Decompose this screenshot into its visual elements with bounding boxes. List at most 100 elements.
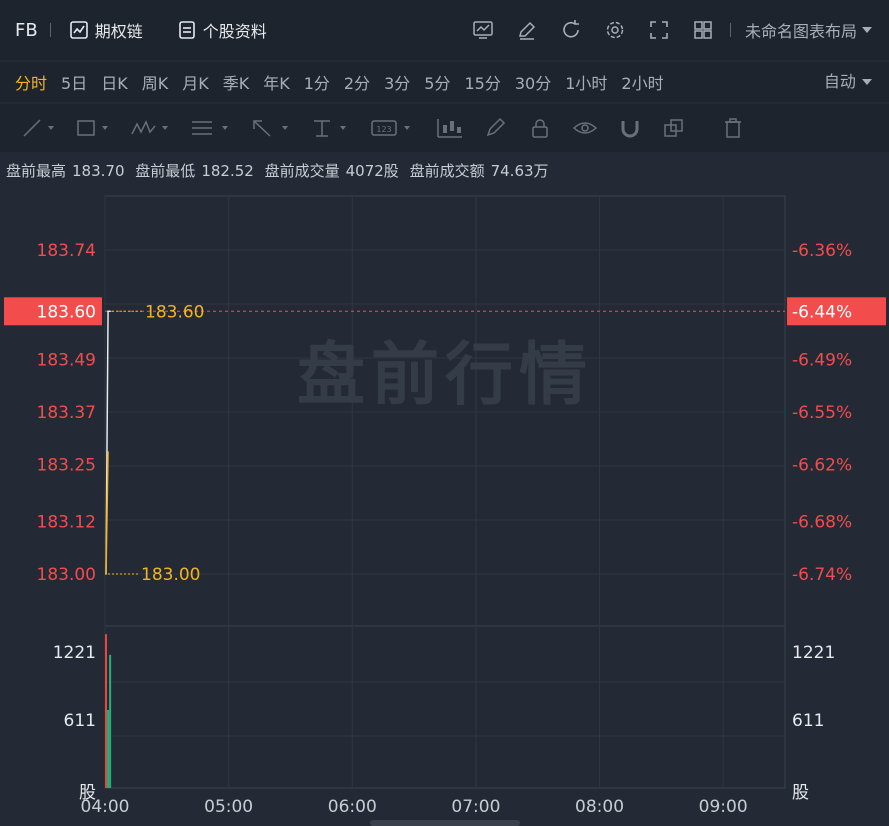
stock-symbol[interactable]: FB — [15, 20, 38, 41]
pen-tool[interactable] — [484, 117, 508, 139]
number-tool[interactable]: 123 — [370, 118, 416, 138]
volume-label: 盘前成交量 — [264, 162, 340, 180]
price-tick-label: 183.37 — [37, 403, 96, 423]
volume-tick-label: 1221 — [53, 643, 96, 663]
volume-bar — [105, 634, 107, 788]
time-axis-label: 06:00 — [328, 797, 377, 817]
fullscreen-icon[interactable] — [648, 19, 670, 41]
chart-type-tool[interactable] — [436, 117, 464, 139]
volume-unit-label-right: 股 — [792, 783, 809, 803]
period-tab[interactable]: 周K — [142, 70, 169, 94]
stock-profile-button[interactable]: 个股资料 — [177, 18, 267, 42]
period-tab[interactable]: 月K — [182, 70, 209, 94]
options-chain-label: 期权链 — [94, 22, 143, 41]
period-tabs: 分时 5日 日K 周K 月K 季K 年K 1分 2分 3分 5分 15分 30分 1小时 2小时 自动 — [0, 62, 889, 102]
low-value: 182.52 — [201, 162, 254, 180]
pen-icon — [486, 117, 506, 137]
copy-icon — [664, 119, 683, 137]
time-axis-label: 04:00 — [81, 797, 130, 817]
high-value: 183.70 — [72, 162, 125, 180]
volume-tick-label: 611 — [64, 711, 96, 731]
refresh-icon[interactable] — [560, 19, 582, 41]
text-icon — [314, 120, 346, 137]
divider — [729, 23, 731, 37]
period-tab[interactable]: 1小时 — [565, 70, 607, 94]
period-tab[interactable]: 年K — [263, 70, 290, 94]
period-tab[interactable]: 30分 — [515, 70, 551, 94]
rectangle-icon — [77, 120, 108, 136]
gear-icon[interactable] — [604, 19, 626, 41]
trendline-icon — [23, 119, 54, 137]
copy-tool[interactable] — [662, 117, 686, 139]
edit-icon[interactable] — [516, 19, 538, 41]
volume-tick-label-right: 611 — [792, 711, 824, 731]
volume-value: 4072股 — [345, 162, 399, 180]
arrow-tool[interactable] — [250, 118, 290, 138]
options-chain-button[interactable]: 期权链 — [69, 18, 143, 42]
pct-tick-label: -6.55% — [792, 403, 852, 423]
top-toolbar: FB 期权链 个股资料 未命名图表布局 — [0, 0, 889, 60]
indicator-icon[interactable] — [472, 19, 494, 41]
high-label: 盘前最高 — [6, 162, 67, 180]
volume-bar — [107, 710, 110, 788]
chart-scrollbar[interactable] — [370, 820, 520, 826]
period-tab[interactable]: 2小时 — [621, 70, 663, 94]
rectangle-tool[interactable] — [76, 118, 110, 138]
fibonacci-icon — [192, 121, 228, 135]
trash-icon — [725, 118, 741, 138]
caret-down-icon — [862, 27, 872, 33]
pct-tick-label: -6.49% — [792, 350, 852, 370]
price-tick-label: 183.25 — [37, 456, 96, 476]
layout-selector[interactable]: 未命名图表布局 — [745, 18, 873, 42]
magnet-tool[interactable] — [618, 117, 642, 139]
layout-name: 未命名图表布局 — [744, 22, 857, 41]
trendline-tool[interactable] — [22, 118, 56, 138]
period-tab[interactable]: 15分 — [464, 70, 500, 94]
candlestick-icon — [437, 119, 462, 138]
toolbar-icons: 未命名图表布局 — [450, 0, 889, 60]
plot-frame — [104, 195, 786, 789]
period-tab[interactable]: 1分 — [304, 70, 330, 94]
document-icon — [178, 21, 195, 39]
period-tab[interactable]: 季K — [223, 70, 250, 94]
svg-text:123: 123 — [376, 125, 391, 134]
delete-tool[interactable] — [722, 117, 744, 139]
current-price-label: 183.60 — [37, 302, 96, 322]
wave-icon — [131, 120, 168, 135]
stock-profile-label: 个股资料 — [202, 22, 267, 41]
pct-tick-label: -6.62% — [792, 456, 852, 476]
visibility-tool[interactable] — [572, 117, 598, 139]
time-axis-label: 05:00 — [204, 797, 253, 817]
grid-layout-icon[interactable] — [692, 19, 714, 41]
period-tab[interactable]: 日K — [101, 70, 128, 94]
period-tab[interactable]: 3分 — [384, 70, 410, 94]
eye-icon — [572, 122, 598, 134]
lock-tool[interactable] — [528, 117, 552, 139]
low-label: 盘前最低 — [135, 162, 196, 180]
volume-tick-label-right: 1221 — [792, 643, 835, 663]
period-tab[interactable]: 分时 — [15, 70, 47, 94]
period-tab[interactable]: 2分 — [344, 70, 370, 94]
premarket-stats: 盘前最高 183.70 盘前最低 182.52 盘前成交量 4072股 盘前成交额 74… — [0, 156, 889, 186]
price-tick-label: 183.49 — [37, 350, 96, 370]
magnet-icon — [621, 121, 639, 138]
period-tab[interactable]: 5日 — [61, 70, 87, 94]
period-tab[interactable]: 5分 — [424, 70, 450, 94]
options-chain-icon — [69, 21, 88, 39]
auto-label: 自动 — [823, 72, 856, 91]
text-tool[interactable] — [310, 118, 350, 138]
divider — [49, 23, 51, 37]
current-pct-label: -6.44% — [792, 302, 852, 322]
fib-tool[interactable] — [190, 118, 230, 138]
time-axis-label: 09:00 — [699, 797, 748, 817]
pct-tick-label: -6.74% — [792, 565, 852, 585]
price-tick-label: 183.74 — [37, 241, 96, 261]
amount-value: 74.63万 — [490, 162, 549, 180]
auto-scale-button[interactable]: 自动 — [824, 62, 873, 102]
price-tick-label: 183.00 — [37, 565, 96, 585]
chart-watermark: 盘前行情 — [297, 336, 593, 415]
wave-tool[interactable] — [130, 118, 170, 138]
number-icon: 123 — [371, 120, 410, 136]
drawing-toolbar: 123 — [0, 104, 889, 152]
intraday-chart[interactable]: 盘前行情 183.74 -6.36% 183.49 -6.49% 183.37 -6.55%… — [0, 186, 889, 820]
